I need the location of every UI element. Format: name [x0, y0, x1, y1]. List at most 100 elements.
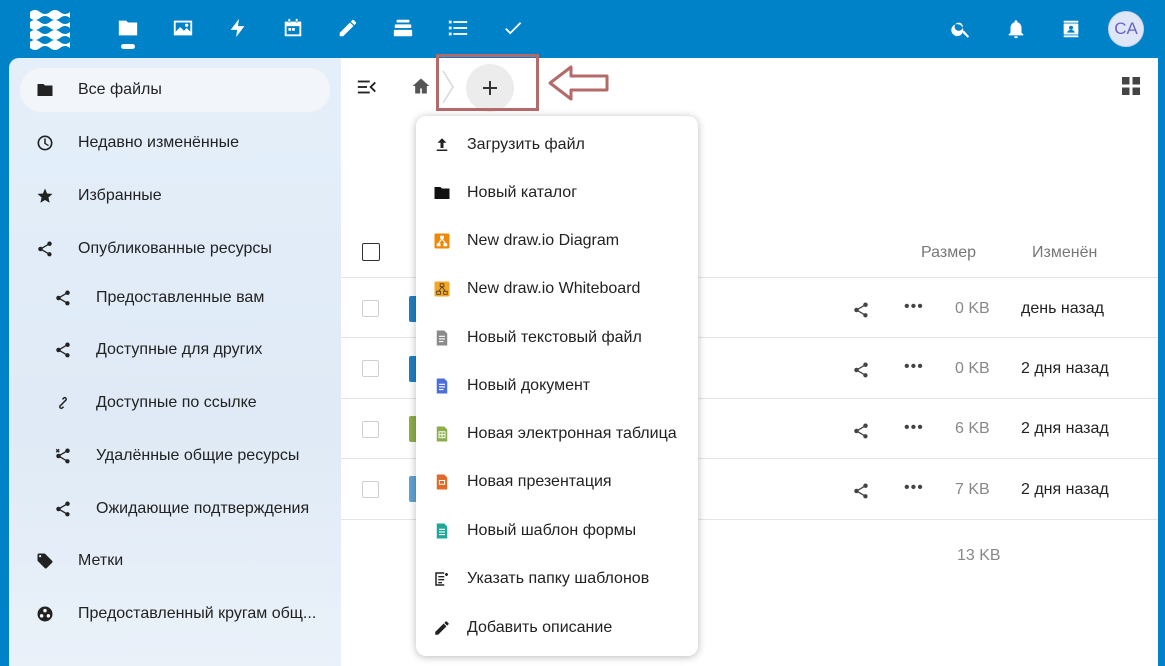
file-thumbnail[interactable] [409, 476, 416, 502]
sidebar-item-shared-with-you[interactable]: Предоставленные вам [19, 275, 331, 321]
menu-item-new-form-template[interactable]: Новый шаблон формы [416, 508, 698, 554]
contacts-icon[interactable] [1056, 14, 1086, 44]
sidebar-item-favorites[interactable]: Избранные [19, 173, 331, 219]
sidebar-item-shared-with-others[interactable]: Доступные для других [19, 327, 331, 373]
menu-item-set-templates-folder[interactable]: Указать папку шаблонов [416, 556, 698, 602]
circles-icon [36, 605, 54, 623]
sidebar-item-label: Удалённые общие ресурсы [96, 447, 300, 464]
column-header-size[interactable]: Размер [921, 244, 976, 262]
more-actions-icon[interactable]: ••• [904, 298, 924, 316]
calendar-icon[interactable] [279, 14, 307, 42]
sidebar-item-shared-by-link[interactable]: Доступные по ссылке [19, 380, 331, 426]
share-icon [54, 289, 72, 307]
drawio-whiteboard-icon [432, 279, 452, 299]
menu-item-label: New draw.io Whiteboard [467, 280, 641, 297]
file-modified: день назад [1021, 300, 1104, 317]
file-thumbnail[interactable] [409, 356, 416, 382]
file-modified: 2 дня назад [1021, 481, 1109, 498]
sidebar-item-label: Метки [78, 552, 124, 569]
menu-item-new-document[interactable]: Новый документ [416, 363, 698, 409]
activity-icon[interactable] [224, 14, 252, 42]
search-icon[interactable] [946, 14, 976, 44]
link-icon [54, 394, 72, 412]
sidebar-item-label: Доступные по ссылке [96, 394, 257, 411]
menu-item-label: Новый документ [467, 377, 591, 394]
file-size: 0 KB [955, 300, 990, 317]
document-icon [432, 376, 452, 396]
menu-item-new-presentation[interactable]: Новая презентация [416, 459, 698, 505]
menu-item-new-drawio-whiteboard[interactable]: New draw.io Whiteboard [416, 266, 698, 312]
tag-icon [36, 552, 54, 570]
select-all-checkbox[interactable] [362, 243, 380, 261]
sidebar-item-tags[interactable]: Метки [19, 538, 331, 584]
file-size: 6 KB [955, 420, 990, 437]
more-actions-icon[interactable]: ••• [904, 479, 924, 497]
photos-icon[interactable] [169, 14, 197, 42]
tasks-list-icon[interactable] [444, 14, 472, 42]
sidebar-item-deleted-shares[interactable]: Удалённые общие ресурсы [19, 433, 331, 479]
pencil-icon [432, 618, 452, 638]
sidebar-item-pending-shares[interactable]: Ожидающие подтверждения [19, 486, 331, 532]
row-checkbox[interactable] [362, 421, 379, 438]
menu-item-label: Новая презентация [467, 473, 612, 490]
share-icon[interactable] [852, 301, 870, 319]
menu-item-new-drawio-diagram[interactable]: New draw.io Diagram [416, 218, 698, 264]
form-template-icon [432, 521, 452, 541]
app-logo[interactable] [28, 8, 74, 52]
menu-item-add-description[interactable]: Добавить описание [416, 605, 698, 651]
tasks-check-icon[interactable] [499, 14, 527, 42]
share-icon [36, 240, 54, 258]
annotation-highlight-box [436, 54, 539, 111]
share-icon[interactable] [852, 361, 870, 379]
sidebar-item-all-files[interactable]: Все файлы [19, 67, 331, 113]
more-actions-icon[interactable]: ••• [904, 419, 924, 437]
row-checkbox[interactable] [362, 481, 379, 498]
row-checkbox[interactable] [362, 300, 379, 317]
menu-item-label: New draw.io Diagram [467, 232, 620, 249]
sidebar-item-label: Ожидающие подтверждения [96, 500, 310, 517]
notifications-bell-icon[interactable] [1001, 14, 1031, 44]
sidebar-item-circles[interactable]: Предоставленный кругам общ... [19, 591, 331, 637]
sidebar-item-label: Предоставленный кругам общ... [78, 605, 317, 622]
menu-item-upload-file[interactable]: Загрузить файл [416, 122, 698, 168]
sidebar-item-recent[interactable]: Недавно изменённые [19, 120, 331, 166]
share-icon [54, 500, 72, 518]
notes-icon[interactable] [334, 14, 362, 42]
menu-item-label: Новая электронная таблица [467, 425, 677, 442]
file-thumbnail[interactable] [409, 416, 416, 442]
deck-icon[interactable] [389, 14, 417, 42]
sidebar-item-label: Предоставленные вам [96, 289, 265, 306]
column-header-modified[interactable]: Изменён [1032, 244, 1097, 262]
active-app-indicator [121, 44, 135, 49]
sidebar-item-label: Избранные [78, 187, 162, 204]
menu-item-new-folder[interactable]: Новый каталог [416, 170, 698, 216]
menu-item-new-spreadsheet[interactable]: Новая электронная таблица [416, 411, 698, 457]
window-edge [1158, 58, 1165, 666]
home-icon[interactable] [411, 76, 431, 96]
menu-item-new-text-file[interactable]: Новый текстовый файл [416, 315, 698, 361]
clock-icon [36, 134, 54, 152]
file-modified: 2 дня назад [1021, 420, 1109, 437]
folder-icon [36, 81, 54, 99]
drawio-diagram-icon [432, 231, 452, 251]
share-icon [54, 341, 72, 359]
files-icon[interactable] [114, 14, 142, 42]
menu-item-label: Указать папку шаблонов [467, 570, 650, 587]
share-icon[interactable] [852, 482, 870, 500]
file-thumbnail[interactable] [409, 296, 416, 322]
file-size: 7 KB [955, 481, 990, 498]
share-remove-icon [54, 447, 72, 465]
sidebar-item-shares[interactable]: Опубликованные ресурсы [19, 226, 331, 272]
more-actions-icon[interactable]: ••• [904, 358, 924, 376]
user-avatar[interactable]: CA [1108, 11, 1144, 47]
grid-view-icon[interactable] [1121, 76, 1141, 96]
sidebar-toggle-icon[interactable] [356, 76, 378, 98]
total-size: 13 KB [957, 547, 1001, 564]
menu-item-label: Новый каталог [467, 184, 578, 201]
navigation-sidebar: Все файлы Недавно изменённые Избранные О… [9, 58, 341, 666]
new-item-menu: Загрузить файл Новый каталог New draw.io… [416, 116, 698, 656]
row-checkbox[interactable] [362, 360, 379, 377]
upload-icon [432, 135, 452, 155]
share-icon[interactable] [852, 422, 870, 440]
spreadsheet-icon [432, 424, 452, 444]
